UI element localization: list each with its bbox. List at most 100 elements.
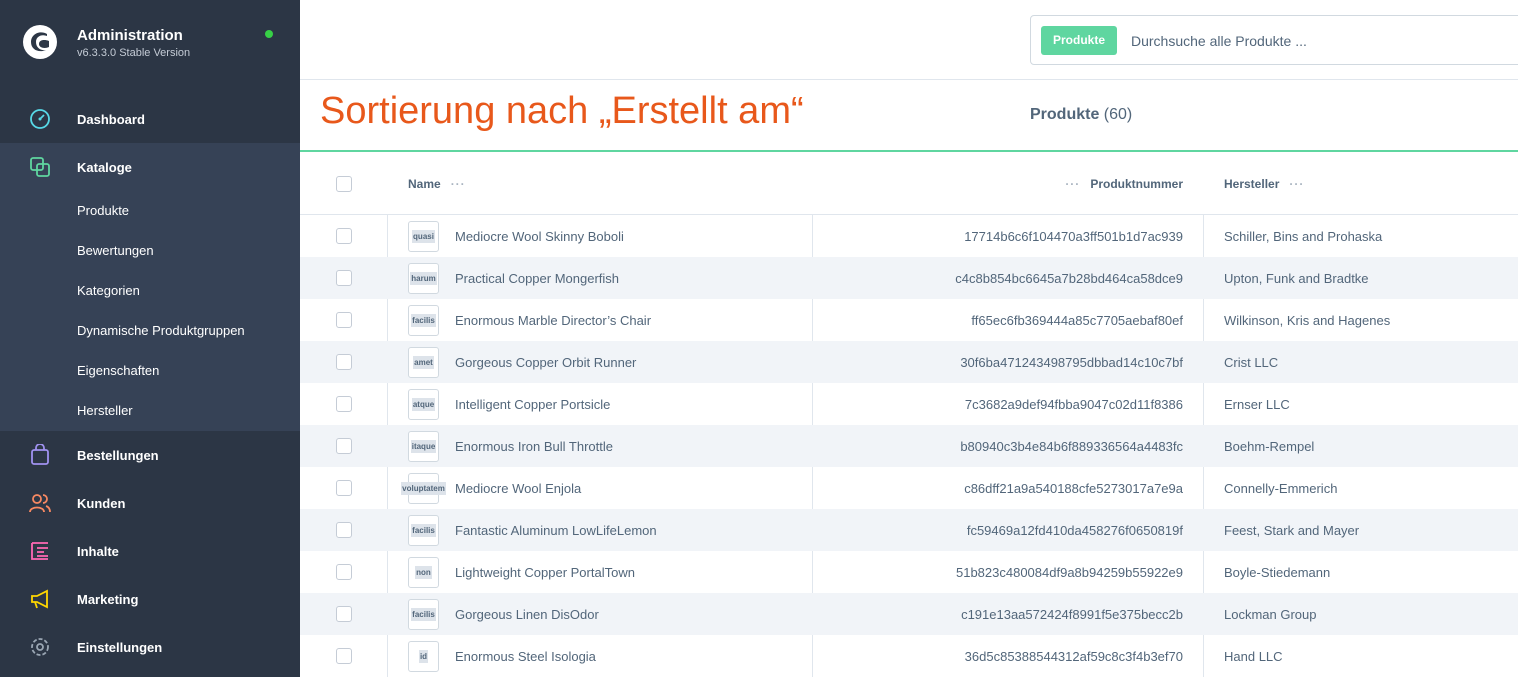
- nav-kunden[interactable]: Kunden: [0, 479, 300, 527]
- table-row[interactable]: facilis Gorgeous Linen DisOdor c191e13aa57…: [300, 593, 1518, 635]
- thumbnail-text: non: [415, 565, 432, 579]
- sidebar-item-produkte[interactable]: Produkte: [77, 191, 129, 231]
- thumbnail-text: itaque: [410, 439, 437, 453]
- row-checkbox[interactable]: [336, 270, 352, 286]
- thumbnail-text: quasi: [412, 229, 435, 243]
- nav-inhalte[interactable]: Inhalte: [0, 527, 300, 575]
- table-row[interactable]: atque Intelligent Copper Portsicle 7c3682a…: [300, 383, 1518, 425]
- table-row[interactable]: facilis Enormous Marble Director’s Chair f…: [300, 299, 1518, 341]
- nav-einstellungen-label: Einstellungen: [77, 639, 163, 655]
- table-row[interactable]: quasi Mediocre Wool Skinny Boboli 17714b6c…: [300, 215, 1518, 257]
- column-menu-icon[interactable]: ···: [451, 177, 466, 191]
- sidebar-item-eigenschaften[interactable]: Eigenschaften: [77, 351, 159, 391]
- product-name[interactable]: Mediocre Wool Enjola: [455, 467, 581, 509]
- product-thumbnail-cell: voluptatem: [401, 467, 446, 509]
- product-thumbnail-cell: itaque: [408, 425, 439, 467]
- product-name[interactable]: Enormous Steel Isologia: [455, 635, 596, 677]
- product-number: c4c8b854bc6645a7b28bd464ca58dce9: [955, 270, 1183, 286]
- product-thumbnail-cell: amet: [408, 341, 439, 383]
- product-manufacturer: Boyle-Stiedemann: [1224, 564, 1331, 580]
- product-name[interactable]: Gorgeous Linen DisOdor: [455, 593, 599, 635]
- row-select-cell: [336, 635, 352, 677]
- product-name[interactable]: Fantastic Aluminum LowLifeLemon: [455, 509, 657, 551]
- row-select-cell: [336, 215, 352, 257]
- thumbnail-text: atque: [411, 397, 436, 411]
- annotation-text: Sortierung nach „Erstellt am“: [320, 90, 804, 132]
- row-checkbox[interactable]: [336, 228, 352, 244]
- app-version: v6.3.3.0 Stable Version: [77, 47, 191, 59]
- product-number: 7c3682a9def94fbba9047c02d11f8386: [964, 396, 1183, 412]
- thumbnail-text: id: [418, 649, 429, 663]
- nav-kataloge[interactable]: Kataloge: [0, 143, 300, 191]
- nav-dashboard[interactable]: Dashboard: [0, 95, 300, 143]
- nav-einstellungen[interactable]: Einstellungen: [0, 623, 300, 671]
- search-input[interactable]: [1131, 26, 1511, 55]
- column-header-manufacturer[interactable]: Hersteller ···: [1224, 152, 1304, 215]
- select-all-checkbox[interactable]: [336, 175, 352, 192]
- product-thumbnail: itaque: [408, 430, 439, 462]
- product-thumbnail: quasi: [408, 220, 439, 252]
- shopware-logo-icon[interactable]: [22, 24, 58, 60]
- product-number: fc59469a12fd410da458276f0650819f: [966, 522, 1183, 538]
- product-name[interactable]: Enormous Marble Director’s Chair: [455, 299, 651, 341]
- column-header-name[interactable]: Name ···: [408, 152, 466, 215]
- product-thumbnail-cell: non: [408, 551, 439, 593]
- app-title: Administration: [77, 27, 183, 44]
- row-checkbox[interactable]: [336, 648, 352, 664]
- sidebar-item-dynamische-produktgruppen[interactable]: Dynamische Produktgruppen: [77, 311, 245, 351]
- column-header-number[interactable]: ··· Produktnummer: [812, 152, 1183, 215]
- search-type-pill[interactable]: Produkte: [1041, 26, 1118, 55]
- row-select-cell: [336, 467, 352, 509]
- row-checkbox[interactable]: [336, 522, 352, 538]
- row-select-cell: [336, 593, 352, 635]
- table-row[interactable]: facilis Fantastic Aluminum LowLifeLemon fc…: [300, 509, 1518, 551]
- product-number: c86dff21a9a540188cfe5273017a7e9a: [964, 480, 1183, 496]
- product-thumbnail: voluptatem: [401, 472, 446, 504]
- product-number: 51b823c480084df9a8b94259b55922e9: [955, 564, 1183, 580]
- product-manufacturer: Upton, Funk and Bradtke: [1224, 270, 1369, 286]
- row-checkbox[interactable]: [336, 606, 352, 622]
- product-thumbnail-cell: id: [408, 635, 439, 677]
- nav-bestellungen[interactable]: Bestellungen: [0, 431, 300, 479]
- nav-marketing[interactable]: Marketing: [0, 575, 300, 623]
- table-row[interactable]: voluptatem Mediocre Wool Enjola c86dff21a9…: [300, 467, 1518, 509]
- catalog-icon: [28, 155, 52, 179]
- table-row[interactable]: harum Practical Copper Mongerfish c4c8b854…: [300, 257, 1518, 299]
- product-number: ff65ec6fb369444a85c7705aebaf80ef: [971, 312, 1183, 328]
- table-row[interactable]: id Enormous Steel Isologia 36d5c8538854431…: [300, 635, 1518, 677]
- table-body: quasi Mediocre Wool Skinny Boboli 17714b6c…: [300, 215, 1518, 677]
- content-icon: [28, 539, 52, 563]
- product-name[interactable]: Enormous Iron Bull Throttle: [455, 425, 613, 467]
- product-thumbnail-cell: harum: [408, 257, 439, 299]
- row-checkbox[interactable]: [336, 438, 352, 454]
- product-thumbnail: amet: [408, 346, 439, 378]
- nav-marketing-label: Marketing: [77, 591, 139, 607]
- thumbnail-text: voluptatem: [401, 481, 446, 495]
- sidebar-item-bewertungen[interactable]: Bewertungen: [77, 231, 154, 271]
- brand: Administration v6.3.3.0 Stable Version: [0, 0, 300, 88]
- table-row[interactable]: itaque Enormous Iron Bull Throttle b80940c…: [300, 425, 1518, 467]
- row-checkbox[interactable]: [336, 354, 352, 370]
- row-checkbox[interactable]: [336, 312, 352, 328]
- sidebar-item-hersteller[interactable]: Hersteller: [77, 391, 133, 431]
- row-checkbox[interactable]: [336, 396, 352, 412]
- table-row[interactable]: amet Gorgeous Copper Orbit Runner 30f6ba47…: [300, 341, 1518, 383]
- product-name[interactable]: Mediocre Wool Skinny Boboli: [455, 215, 624, 257]
- sidebar-item-kategorien[interactable]: Kategorien: [77, 271, 140, 311]
- table-row[interactable]: non Lightweight Copper PortalTown 51b823c4…: [300, 551, 1518, 593]
- table-header: Name ··· ··· Produktnummer Hersteller ··…: [300, 152, 1518, 215]
- product-number: 30f6ba471243498795dbbad14c10c7bf: [960, 354, 1183, 370]
- column-menu-icon[interactable]: ···: [1289, 177, 1304, 191]
- product-name[interactable]: Intelligent Copper Portsicle: [455, 383, 610, 425]
- column-menu-icon[interactable]: ···: [1065, 177, 1080, 191]
- global-search[interactable]: Produkte: [1030, 15, 1518, 65]
- thumbnail-text: facilis: [411, 313, 436, 327]
- product-name[interactable]: Practical Copper Mongerfish: [455, 257, 619, 299]
- product-manufacturer: Feest, Stark and Mayer: [1224, 522, 1360, 538]
- row-checkbox[interactable]: [336, 564, 352, 580]
- select-all-cell: [336, 152, 352, 215]
- row-select-cell: [336, 509, 352, 551]
- product-name[interactable]: Gorgeous Copper Orbit Runner: [455, 341, 636, 383]
- product-name[interactable]: Lightweight Copper PortalTown: [455, 551, 635, 593]
- row-checkbox[interactable]: [336, 480, 352, 496]
